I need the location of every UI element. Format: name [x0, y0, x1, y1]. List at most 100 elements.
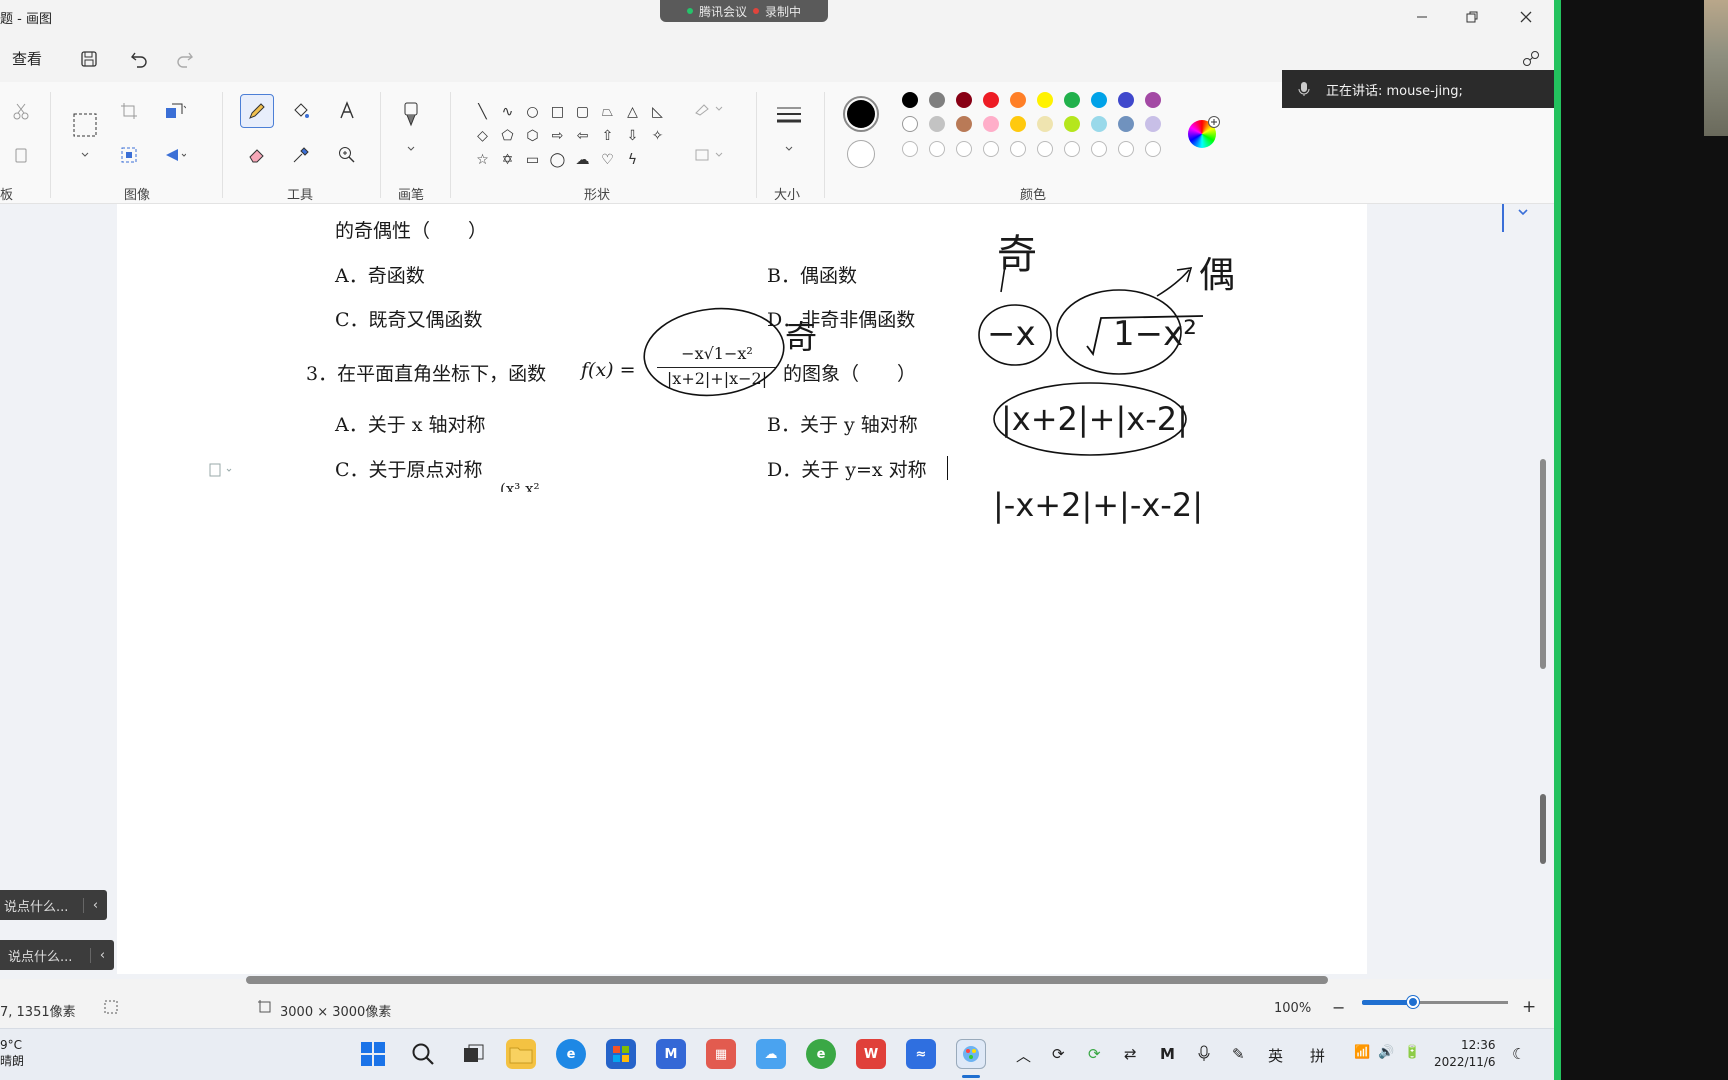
callout-cloud-shape-icon[interactable]: ☁: [570, 148, 595, 172]
ime-language[interactable]: 英: [1268, 1045, 1283, 1066]
color-picker-tool[interactable]: [286, 140, 316, 170]
custom-color-slot[interactable]: [1064, 141, 1080, 157]
calendar-app[interactable]: ▦: [706, 1039, 736, 1069]
redo-button[interactable]: [172, 46, 198, 72]
paint-app[interactable]: [956, 1039, 986, 1069]
horizontal-scrollbar[interactable]: [246, 976, 1328, 984]
rectangle-shape-icon[interactable]: □: [545, 100, 570, 124]
outline-button[interactable]: [694, 94, 724, 124]
color-swatch[interactable]: [1037, 116, 1053, 132]
color-swatch[interactable]: [983, 92, 999, 108]
custom-color-slot[interactable]: [983, 141, 999, 157]
save-button[interactable]: [76, 46, 102, 72]
pencil-tool[interactable]: [240, 94, 274, 128]
volume-icon[interactable]: 🔊: [1378, 1045, 1394, 1060]
resize-button[interactable]: [160, 96, 190, 126]
minimize-button[interactable]: [1400, 4, 1444, 30]
color-swatch[interactable]: [956, 92, 972, 108]
size-button[interactable]: [772, 100, 806, 130]
pen-tray-icon[interactable]: ✎: [1232, 1045, 1245, 1063]
magnifier-tool[interactable]: [332, 140, 362, 170]
custom-color-slot[interactable]: [1145, 141, 1161, 157]
color-swatch[interactable]: [1010, 116, 1026, 132]
vertical-scrollbar[interactable]: [1540, 459, 1546, 669]
custom-color-slot[interactable]: [1037, 141, 1053, 157]
rounded-rectangle-shape-icon[interactable]: ▢: [570, 100, 595, 124]
color-swatch[interactable]: [929, 116, 945, 132]
hexagon-shape-icon[interactable]: ⬡: [520, 124, 545, 148]
down-arrow-shape-icon[interactable]: ⇩: [620, 124, 645, 148]
color-swatch[interactable]: [902, 92, 918, 108]
color-swatch[interactable]: [983, 116, 999, 132]
mail-tray-icon[interactable]: M: [1160, 1045, 1175, 1063]
undo-button[interactable]: [126, 46, 152, 72]
secondary-scrollbar[interactable]: [1540, 794, 1546, 864]
size-dropdown[interactable]: [774, 134, 804, 164]
select-button[interactable]: [68, 108, 102, 142]
cut-button[interactable]: [6, 96, 36, 126]
color-swatch[interactable]: [1091, 92, 1107, 108]
weather-widget[interactable]: 9°C 晴朗: [0, 1037, 24, 1069]
color-swatch[interactable]: [929, 92, 945, 108]
callout-oval-shape-icon[interactable]: ◯: [545, 148, 570, 172]
flip-button[interactable]: [160, 140, 190, 170]
zoom-slider-knob[interactable]: [1407, 996, 1420, 1008]
ime-mode[interactable]: 拼: [1310, 1045, 1325, 1066]
heart-shape-icon[interactable]: ♡: [595, 148, 620, 172]
color-swatch[interactable]: [1064, 92, 1080, 108]
color-swatch[interactable]: [956, 116, 972, 132]
curve-shape-icon[interactable]: ∿: [495, 100, 520, 124]
microphone-tray-icon[interactable]: [1198, 1045, 1210, 1067]
store-app[interactable]: [606, 1039, 636, 1069]
line-shape-icon[interactable]: ╲: [470, 100, 495, 124]
mail-app[interactable]: M: [656, 1039, 686, 1069]
menu-view[interactable]: 查看: [12, 48, 42, 69]
brushes-dropdown[interactable]: [396, 134, 426, 164]
select-dropdown[interactable]: [70, 140, 100, 170]
panel-toggle-icon[interactable]: [1516, 206, 1530, 224]
battery-icon[interactable]: 🔋: [1404, 1045, 1420, 1060]
oval-shape-icon[interactable]: ○: [520, 100, 545, 124]
update-icon[interactable]: ⟳: [1088, 1045, 1101, 1063]
eraser-tool[interactable]: [242, 140, 272, 170]
wps-app[interactable]: W: [856, 1039, 886, 1069]
color-swatch[interactable]: [1037, 92, 1053, 108]
sync-icon[interactable]: ⟳: [1052, 1045, 1065, 1063]
up-arrow-shape-icon[interactable]: ⇧: [595, 124, 620, 148]
color-swatch[interactable]: [1145, 92, 1161, 108]
secondary-color-button[interactable]: [847, 140, 875, 168]
custom-color-slot[interactable]: [1091, 141, 1107, 157]
chevron-left-icon[interactable]: ‹: [83, 897, 107, 913]
five-point-star-shape-icon[interactable]: ☆: [470, 148, 495, 172]
left-arrow-shape-icon[interactable]: ⇦: [570, 124, 595, 148]
rotate-select-button[interactable]: [114, 140, 144, 170]
triangle-shape-icon[interactable]: △: [620, 100, 645, 124]
search-button[interactable]: [408, 1039, 438, 1069]
edge-app[interactable]: e: [556, 1039, 586, 1069]
meeting-indicator[interactable]: 腾讯会议 录制中: [660, 0, 828, 22]
fill-button[interactable]: [694, 140, 724, 170]
right-arrow-shape-icon[interactable]: ⇨: [545, 124, 570, 148]
custom-color-slot[interactable]: [1118, 141, 1134, 157]
zoom-out-button[interactable]: −: [1332, 998, 1345, 1017]
fill-tool[interactable]: [286, 96, 316, 126]
wifi-icon[interactable]: 📶: [1354, 1045, 1370, 1060]
right-triangle-shape-icon[interactable]: ◺: [645, 100, 670, 124]
brushes-button[interactable]: [396, 100, 426, 130]
custom-color-slot[interactable]: [956, 141, 972, 157]
zoom-in-button[interactable]: +: [1522, 997, 1536, 1017]
notification-icon[interactable]: ☾: [1512, 1045, 1525, 1063]
text-tool[interactable]: [332, 96, 362, 126]
six-point-star-shape-icon[interactable]: ✡: [495, 148, 520, 172]
lightning-shape-icon[interactable]: ϟ: [620, 148, 645, 172]
task-view-button[interactable]: [458, 1039, 488, 1069]
chevron-left-icon[interactable]: ‹: [90, 947, 114, 963]
color-swatch[interactable]: [902, 116, 918, 132]
file-explorer-app[interactable]: [506, 1039, 536, 1069]
cloud-app[interactable]: ☁: [756, 1039, 786, 1069]
color-swatch[interactable]: [1091, 116, 1107, 132]
chat-input-tab-1[interactable]: 说点什么... ‹: [0, 890, 107, 920]
transfer-icon[interactable]: ⇄: [1124, 1045, 1137, 1063]
diamond-shape-icon[interactable]: ◇: [470, 124, 495, 148]
callout-rect-shape-icon[interactable]: ▭: [520, 148, 545, 172]
